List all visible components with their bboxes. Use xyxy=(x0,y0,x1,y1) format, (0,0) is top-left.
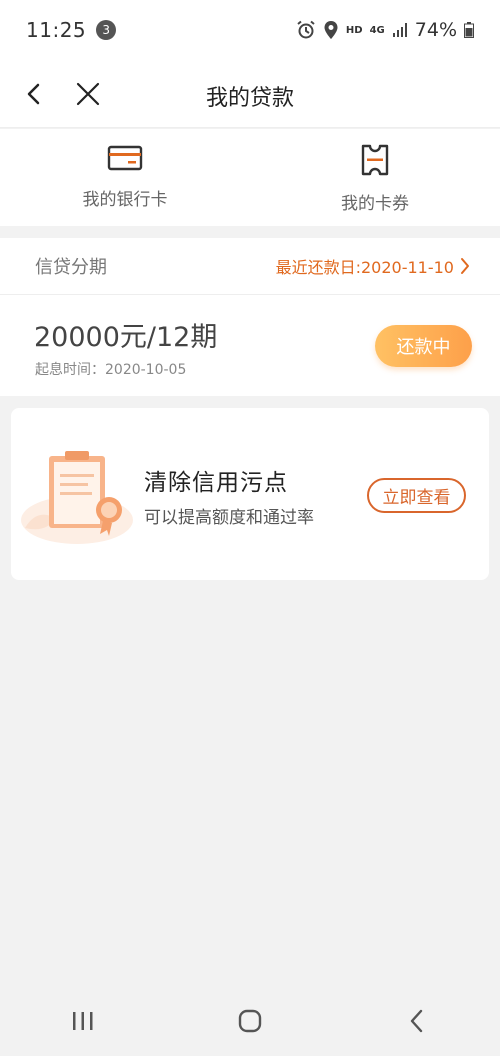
bank-card-link[interactable]: 我的银行卡 xyxy=(0,129,250,226)
back-button[interactable] xyxy=(387,1001,447,1041)
next-due-date: 最近还款日:2020-11-10 xyxy=(275,258,454,277)
coupon-icon xyxy=(361,144,389,176)
recent-apps-icon xyxy=(73,1012,93,1030)
notification-count-badge: 3 xyxy=(96,20,117,40)
status-icons: HD 4G 74% xyxy=(296,19,474,41)
chevron-right-icon xyxy=(461,258,469,274)
bank-card-label: 我的银行卡 xyxy=(82,190,168,210)
nav-bar: 我的贷款 xyxy=(0,60,500,128)
loan-item[interactable]: 20000元/12期 起息时间：2020-10-05 还款中 xyxy=(0,295,500,395)
loan-amount-terms: 20000元/12期 xyxy=(34,322,218,353)
loan-section: 信贷分期 最近还款日:2020-11-10 20000元/12期 起息时间：20… xyxy=(0,238,500,396)
coupon-link[interactable]: 我的卡券 xyxy=(250,129,500,226)
recent-apps-button[interactable] xyxy=(53,1001,113,1041)
bank-card-icon xyxy=(107,145,143,171)
loan-header: 信贷分期 最近还款日:2020-11-10 xyxy=(0,238,500,295)
location-icon xyxy=(324,21,338,39)
battery-level: 74% xyxy=(414,19,457,41)
coupon-label: 我的卡券 xyxy=(341,194,409,214)
loan-category: 信贷分期 xyxy=(35,257,107,278)
loan-status-button[interactable]: 还款中 xyxy=(375,325,472,367)
hd-indicator: HD xyxy=(345,24,363,36)
view-now-button[interactable]: 立即查看 xyxy=(367,478,466,513)
quick-links: 我的银行卡 我的卡券 xyxy=(0,129,500,226)
home-icon xyxy=(238,1009,262,1033)
page-title: 我的贷款 xyxy=(205,86,294,111)
status-bar: 11:25 3 HD 4G 74% xyxy=(0,0,500,60)
next-due-date-link[interactable]: 最近还款日:2020-11-10 xyxy=(276,254,470,278)
network-type: 4G xyxy=(369,24,385,36)
signal-icon xyxy=(392,23,407,37)
battery-icon xyxy=(464,22,474,38)
credit-repair-promo-card[interactable]: 清除信用污点 可以提高额度和通过率 立即查看 xyxy=(11,408,489,580)
home-button[interactable] xyxy=(220,1001,280,1041)
credit-report-illustration xyxy=(21,451,133,544)
loan-start-date: 起息时间：2020-10-05 xyxy=(35,362,187,378)
status-time: 11:25 xyxy=(26,18,87,42)
alarm-icon xyxy=(297,20,315,39)
system-nav-bar xyxy=(0,986,500,1056)
system-back-icon xyxy=(410,1009,422,1033)
promo-subtitle: 可以提高额度和通过率 xyxy=(144,508,314,528)
promo-title: 清除信用污点 xyxy=(144,470,288,496)
